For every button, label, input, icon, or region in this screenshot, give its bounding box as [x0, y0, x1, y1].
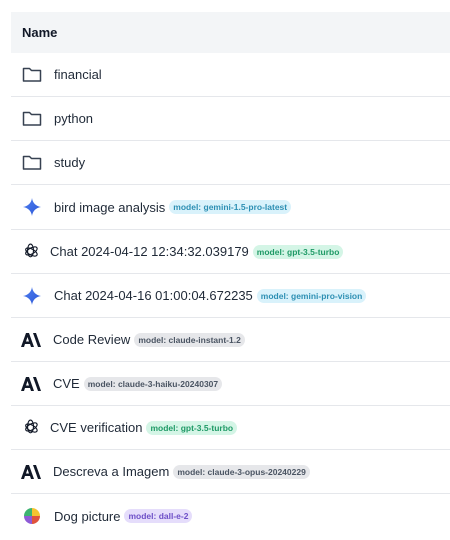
list-item-chat[interactable]: CVE verification model: gpt-3.5-turbo: [11, 406, 450, 450]
file-list: Name financial python study bird image a…: [11, 12, 450, 538]
folder-icon: [22, 153, 42, 173]
item-name: Chat 2024-04-12 12:34:32.039179: [50, 244, 249, 259]
model-badge: model: dall-e-2: [124, 509, 193, 523]
list-item-chat[interactable]: Descreva a Imagem model: claude-3-opus-2…: [11, 450, 450, 494]
openai-icon: [20, 242, 40, 262]
item-name: python: [54, 111, 94, 126]
item-name: financial: [54, 67, 102, 82]
item-name: Descreva a Imagem: [53, 464, 170, 479]
gemini-icon: [22, 286, 42, 306]
list-item-folder-study[interactable]: study: [11, 141, 450, 185]
model-badge: model: gpt-3.5-turbo: [252, 244, 344, 259]
list-item-chat[interactable]: bird image analysis model: gemini-1.5-pr…: [11, 185, 450, 230]
item-name: bird image analysis: [54, 199, 166, 215]
dalle-icon: [22, 506, 42, 526]
item-name: Code Review: [53, 332, 131, 347]
anthropic-icon: [21, 462, 41, 482]
item-name: CVE: [53, 376, 80, 391]
anthropic-icon: [21, 330, 41, 350]
list-item-chat[interactable]: CVE model: claude-3-haiku-20240307: [11, 362, 450, 406]
list-item-chat[interactable]: Chat 2024-04-16 01:00:04.672235 model: g…: [11, 274, 450, 318]
gemini-icon: [22, 197, 42, 217]
model-badge: model: gemini-pro-vision: [256, 288, 367, 303]
model-badge: model: claude-3-haiku-20240307: [83, 376, 223, 391]
list-item-chat[interactable]: Code Review model: claude-instant-1.2: [11, 318, 450, 362]
list-item-folder-python[interactable]: python: [11, 97, 450, 141]
column-header-label: Name: [22, 25, 58, 40]
openai-icon: [20, 418, 40, 438]
list-item-chat[interactable]: Dog picture model: dall-e-2: [11, 494, 450, 538]
list-item-chat[interactable]: Chat 2024-04-12 12:34:32.039179 model: g…: [11, 230, 450, 274]
model-badge: model: gemini-1.5-pro-latest: [169, 200, 292, 214]
list-item-folder-financial[interactable]: financial: [11, 53, 450, 97]
model-badge: model: claude-3-opus-20240229: [173, 464, 310, 479]
folder-icon: [22, 65, 42, 85]
model-badge: model: claude-instant-1.2: [134, 332, 245, 347]
item-name: CVE verification: [50, 420, 143, 435]
column-header-name[interactable]: Name: [11, 12, 450, 53]
item-name: Dog picture: [54, 508, 121, 524]
folder-icon: [22, 109, 42, 129]
model-badge: model: gpt-3.5-turbo: [146, 420, 238, 435]
item-name: Chat 2024-04-16 01:00:04.672235: [54, 288, 253, 303]
item-name: study: [54, 155, 86, 170]
anthropic-icon: [21, 374, 41, 394]
